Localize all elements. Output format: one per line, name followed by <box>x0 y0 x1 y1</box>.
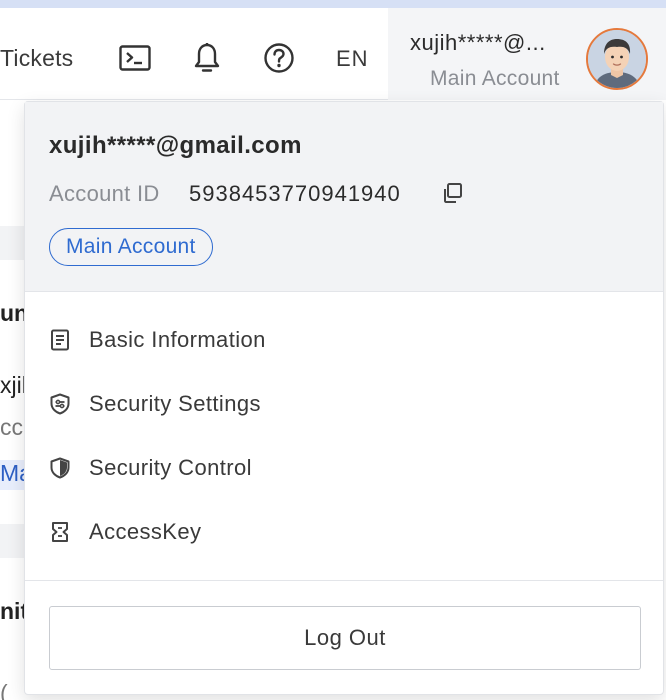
shield-settings-icon <box>49 393 71 415</box>
menu-item-security-control[interactable]: Security Control <box>25 440 663 496</box>
nav-tickets-link[interactable]: Tickets <box>0 45 73 72</box>
account-type-label: Main Account <box>430 67 560 90</box>
account-summary: xujih*****@gmail.com Account ID 59384537… <box>25 102 663 292</box>
account-email: xujih*****@gmail.com <box>49 132 302 159</box>
divider <box>25 580 663 581</box>
background-text: Ma <box>0 460 24 490</box>
top-accent-line <box>0 0 666 8</box>
bell-icon[interactable] <box>190 41 224 75</box>
shield-icon <box>49 457 71 479</box>
menu-item-security-settings[interactable]: Security Settings <box>25 376 663 432</box>
copy-icon[interactable] <box>439 180 465 206</box>
menu-item-label: Security Control <box>89 455 252 480</box>
background-text: cc <box>0 414 23 440</box>
account-id-label: Account ID <box>49 181 160 206</box>
language-switcher[interactable]: EN <box>336 46 369 72</box>
background-band <box>0 226 24 260</box>
terminal-icon[interactable] <box>118 41 152 75</box>
menu-item-label: AccessKey <box>89 519 202 544</box>
background-text: ( <box>0 680 8 700</box>
account-dropdown: xujih*****@gmail.com Account ID 59384537… <box>24 101 664 695</box>
account-menu-trigger[interactable]: xujih*****@... Main Account <box>388 8 666 100</box>
account-email-short: xujih*****@... <box>410 30 546 55</box>
logout-button[interactable]: Log Out <box>49 606 641 670</box>
menu-item-accesskey[interactable]: AccessKey <box>25 504 663 560</box>
top-header: Tickets EN xujih*****@... Main Account <box>0 8 666 100</box>
account-id-value: 5938453770941940 <box>189 181 401 206</box>
key-icon <box>49 521 71 543</box>
background-text: nit <box>0 598 24 624</box>
background-band <box>0 524 24 558</box>
menu-item-label: Basic Information <box>89 327 266 352</box>
menu-item-basic-information[interactable]: Basic Information <box>25 312 663 368</box>
background-text: un <box>0 300 24 326</box>
background-text: xjih <box>0 372 24 398</box>
menu-item-label: Security Settings <box>89 391 261 416</box>
account-type-badge: Main Account <box>49 228 213 266</box>
document-icon <box>49 329 71 351</box>
help-icon[interactable] <box>262 41 296 75</box>
avatar-icon[interactable] <box>586 28 648 90</box>
